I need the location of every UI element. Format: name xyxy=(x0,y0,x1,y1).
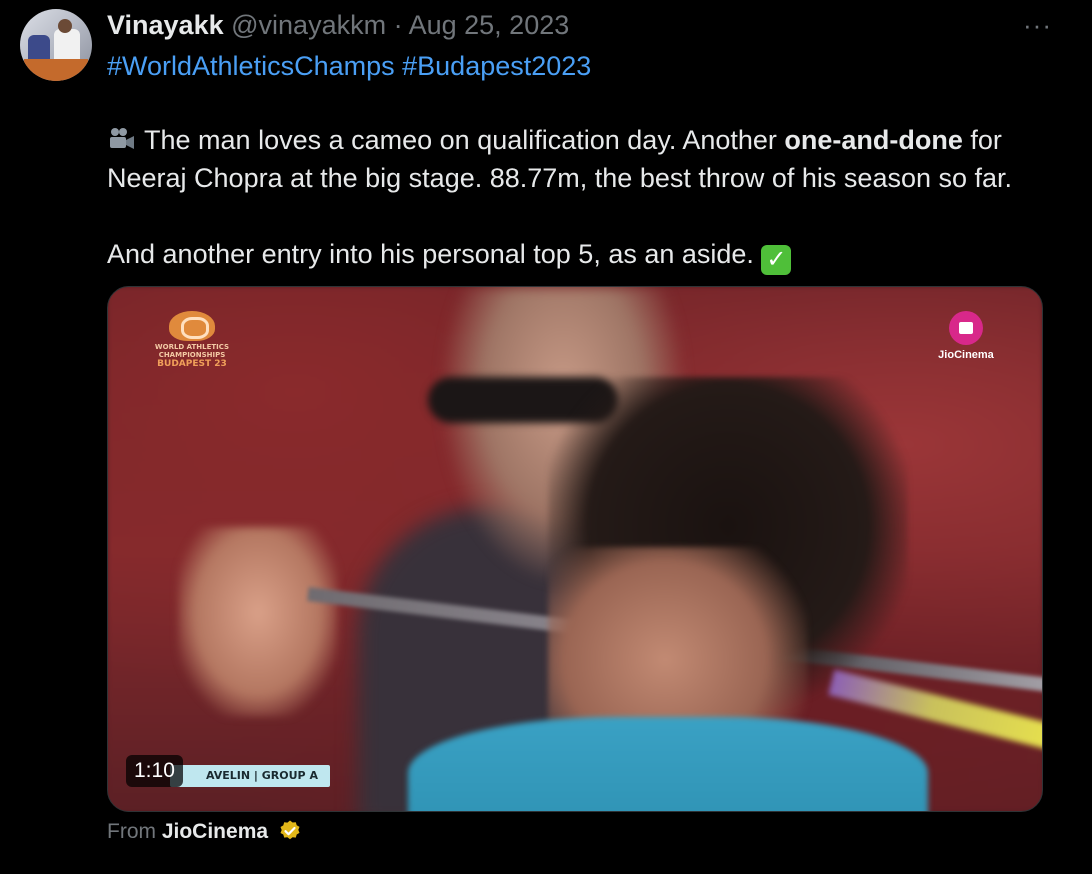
video-camera-icon xyxy=(110,128,134,149)
championships-logo: WORLD ATHLETICS CHAMPIONSHIPS BUDAPEST 2… xyxy=(152,311,232,369)
lower-third-graphic: AVELIN | GROUP A xyxy=(170,765,330,787)
video-player[interactable]: WORLD ATHLETICS CHAMPIONSHIPS BUDAPEST 2… xyxy=(107,286,1043,812)
text-segment: And another entry into his personal top … xyxy=(107,239,762,269)
frame-shape xyxy=(408,717,928,811)
verified-badge-icon xyxy=(280,820,300,840)
tweet-paragraph-2: And another entry into his personal top … xyxy=(107,235,1067,275)
source-prefix: From xyxy=(107,820,156,843)
check-mark-icon: ✓ xyxy=(761,245,792,275)
hashtag-worldathleticschamps[interactable]: #WorldAthleticsChamps xyxy=(107,51,395,81)
author-handle[interactable]: @vinayakkm xyxy=(231,10,386,40)
jiocinema-icon xyxy=(949,311,983,345)
media-source: From JioCinema xyxy=(107,818,302,846)
tweet-date[interactable]: Aug 25, 2023 xyxy=(409,10,570,40)
tweet-header: Vinayakk @vinayakkm · Aug 25, 2023 xyxy=(107,8,569,42)
tweet: Vinayakk @vinayakkm · Aug 25, 2023 ··· #… xyxy=(0,0,1092,874)
broadcaster-name: JioCinema xyxy=(938,349,994,361)
tweet-text: The man loves a cameo on qualification d… xyxy=(107,121,1067,275)
frame-shape xyxy=(178,527,338,717)
tweet-paragraph-1: The man loves a cameo on qualification d… xyxy=(107,121,1067,197)
separator-dot: · xyxy=(393,10,403,40)
avatar[interactable] xyxy=(20,9,92,81)
championships-mark-icon xyxy=(169,311,215,341)
author-name[interactable]: Vinayakk xyxy=(107,10,224,40)
logo-text: CHAMPIONSHIPS xyxy=(158,351,226,359)
logo-text: BUDAPEST 23 xyxy=(157,359,227,369)
text-segment: The man loves a cameo on qualification d… xyxy=(137,125,785,155)
video-duration: 1:10 xyxy=(126,755,183,787)
hashtag-budapest2023[interactable]: #Budapest2023 xyxy=(402,51,591,81)
source-account[interactable]: JioCinema xyxy=(162,820,268,843)
logo-text: WORLD ATHLETICS xyxy=(154,343,230,351)
more-options-icon[interactable]: ··· xyxy=(1023,10,1052,41)
broadcaster-logo: JioCinema xyxy=(936,311,996,361)
text-bold: one-and-done xyxy=(784,125,963,155)
hashtag-line: #WorldAthleticsChamps #Budapest2023 xyxy=(107,49,591,83)
lower-third-text: AVELIN | GROUP A xyxy=(206,769,318,782)
